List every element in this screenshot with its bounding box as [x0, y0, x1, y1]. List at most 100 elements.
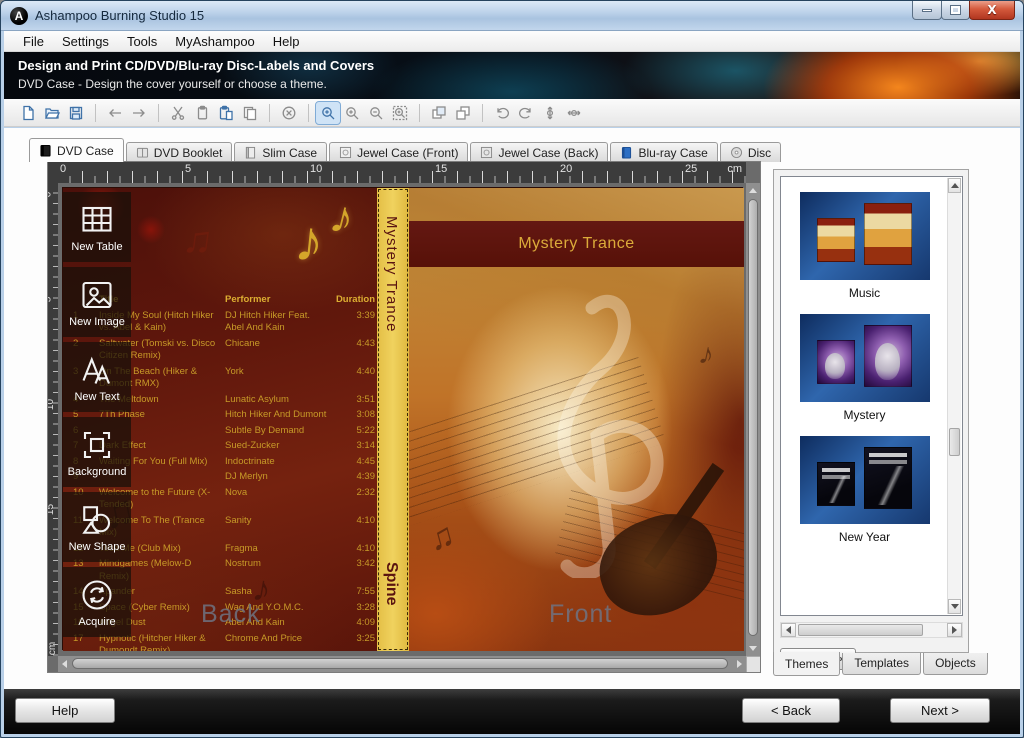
- v-ruler-label: 0: [48, 192, 53, 198]
- title-bar[interactable]: A Ashampoo Burning Studio 15 X: [1, 1, 1023, 31]
- menu-tools[interactable]: Tools: [118, 32, 166, 51]
- themes-panel: MusicMysteryNew Year Objects >: [773, 169, 969, 653]
- scroll-up-arrow[interactable]: [749, 188, 757, 193]
- palette-acquire[interactable]: Acquire: [63, 567, 131, 637]
- track-perf: Sanity: [225, 515, 331, 540]
- palette-new-shape[interactable]: New Shape: [63, 492, 131, 562]
- themes-horizontal-scrollbar[interactable]: [780, 622, 963, 638]
- nav-back-button[interactable]: [103, 102, 127, 124]
- design-viewport[interactable]: ♫ ♪ ♫ ♪ ♪ TitlePerformerDuration1Inside …: [58, 183, 746, 656]
- col-duration: Duration: [335, 294, 375, 307]
- theme-thumbnail-music[interactable]: [800, 192, 930, 280]
- case-type-tabs: DVD CaseDVD BookletSlim CaseJewel Case (…: [29, 138, 783, 162]
- minimize-button[interactable]: [912, 1, 942, 20]
- cut-button[interactable]: [166, 102, 190, 124]
- toolbar-separator: [482, 104, 483, 122]
- theme-item-newyear[interactable]: New Year: [790, 436, 940, 544]
- minimize-icon: [922, 9, 932, 12]
- panel-tab-objects[interactable]: Objects: [923, 653, 988, 675]
- scroll-up-button[interactable]: [948, 178, 961, 193]
- menu-file[interactable]: File: [14, 32, 53, 51]
- duplicate-button[interactable]: [238, 102, 262, 124]
- tab-disc[interactable]: Disc: [720, 142, 781, 162]
- tab-slim-case[interactable]: Slim Case: [234, 142, 327, 162]
- panel-tab-themes[interactable]: Themes: [773, 652, 840, 676]
- send-to-back-button[interactable]: [451, 102, 475, 124]
- tab-blu-ray-case[interactable]: Blu-ray Case: [610, 142, 717, 162]
- toolbar-separator: [269, 104, 270, 122]
- themes-vertical-scrollbar[interactable]: [947, 178, 961, 614]
- copy-button[interactable]: [190, 102, 214, 124]
- track-perf: York: [225, 366, 331, 391]
- save-button[interactable]: [64, 102, 88, 124]
- scroll-right-button[interactable]: [947, 623, 962, 637]
- palette-new-image[interactable]: New Image: [63, 267, 131, 337]
- next-button[interactable]: Next >: [890, 698, 990, 723]
- palette-label: New Table: [71, 241, 122, 253]
- tab-dvd-booklet[interactable]: DVD Booklet: [126, 142, 233, 162]
- h-ruler-label: 5: [185, 163, 191, 175]
- track-perf: DJ Hitch Hiker Feat. Abel And Kain: [225, 310, 331, 335]
- toolbar: [4, 99, 1020, 127]
- down-arrow-icon: [951, 604, 959, 609]
- canvas-vertical-scrollbar[interactable]: [746, 183, 760, 656]
- open-folder-button[interactable]: [40, 102, 64, 124]
- maximize-button[interactable]: [941, 1, 970, 20]
- zoom-fit-button[interactable]: [316, 102, 340, 124]
- theme-name: Mystery: [790, 408, 940, 422]
- canvas-hscroll-thumb[interactable]: [72, 658, 728, 669]
- zoom-in-button[interactable]: [340, 102, 364, 124]
- palette-new-table[interactable]: New Table: [63, 192, 131, 262]
- col-performer: Performer: [225, 294, 331, 307]
- menu-settings[interactable]: Settings: [53, 32, 118, 51]
- window-title: Ashampoo Burning Studio 15: [35, 8, 204, 23]
- scroll-down-arrow[interactable]: [749, 646, 757, 651]
- album-title-text[interactable]: Mystery Trance: [518, 235, 634, 253]
- paste-button[interactable]: [214, 102, 238, 124]
- scroll-left-button[interactable]: [781, 623, 796, 637]
- tab-jewel-case-front-[interactable]: Jewel Case (Front): [329, 142, 468, 162]
- blu-ray-icon: [620, 146, 633, 159]
- case-preview: [864, 203, 912, 265]
- palette-new-text[interactable]: New Text: [63, 342, 131, 412]
- dvd-case-design[interactable]: ♫ ♪ ♫ ♪ ♪ TitlePerformerDuration1Inside …: [62, 187, 743, 650]
- track-perf: DJ Merlyn: [225, 471, 331, 484]
- undo-button[interactable]: [490, 102, 514, 124]
- menu-myashampoo[interactable]: MyAshampoo: [166, 32, 263, 51]
- themes-hscroll-thumb[interactable]: [798, 624, 923, 636]
- menu-help[interactable]: Help: [264, 32, 309, 51]
- redo-button[interactable]: [514, 102, 538, 124]
- scroll-down-button[interactable]: [948, 599, 961, 614]
- scroll-right-arrow[interactable]: [737, 660, 742, 668]
- bring-to-front-button[interactable]: [427, 102, 451, 124]
- canvas-horizontal-scrollbar[interactable]: [58, 656, 746, 672]
- palette-background[interactable]: Background: [63, 417, 131, 487]
- banner-subtitle: DVD Case - Design the cover yourself or …: [18, 77, 327, 91]
- front-title-banner[interactable]: Mystery Trance: [409, 221, 744, 267]
- spine-title-text[interactable]: Mystery Trance: [383, 216, 400, 333]
- scroll-left-arrow[interactable]: [62, 660, 67, 668]
- close-button[interactable]: X: [969, 1, 1015, 20]
- canvas-vscroll-thumb[interactable]: [748, 199, 758, 636]
- spine[interactable]: Mystery Trance Spine: [377, 188, 409, 651]
- zoom-selection-button[interactable]: [388, 102, 412, 124]
- back-button[interactable]: < Back: [742, 698, 840, 723]
- front-cover[interactable]: ♫ ♪ Mystery Trance Front: [409, 188, 744, 651]
- zoom-out-button[interactable]: [364, 102, 388, 124]
- tab-jewel-case-back-[interactable]: Jewel Case (Back): [470, 142, 608, 162]
- theme-item-music[interactable]: Music: [790, 192, 940, 300]
- tab-dvd-case[interactable]: DVD Case: [29, 138, 124, 162]
- align-horizontal-button[interactable]: [562, 102, 586, 124]
- delete-button[interactable]: [277, 102, 301, 124]
- themes-vscroll-thumb[interactable]: [949, 428, 960, 456]
- theme-item-mystery[interactable]: Mystery: [790, 314, 940, 422]
- help-button[interactable]: Help: [15, 698, 115, 723]
- align-vertical-button[interactable]: [538, 102, 562, 124]
- nav-forward-button[interactable]: [127, 102, 151, 124]
- case-preview: [864, 447, 912, 509]
- theme-thumbnail-mystery[interactable]: [800, 314, 930, 402]
- panel-tab-templates[interactable]: Templates: [842, 653, 921, 675]
- new-file-button[interactable]: [16, 102, 40, 124]
- theme-thumbnail-newyear[interactable]: [800, 436, 930, 524]
- palette-label: New Shape: [69, 541, 126, 553]
